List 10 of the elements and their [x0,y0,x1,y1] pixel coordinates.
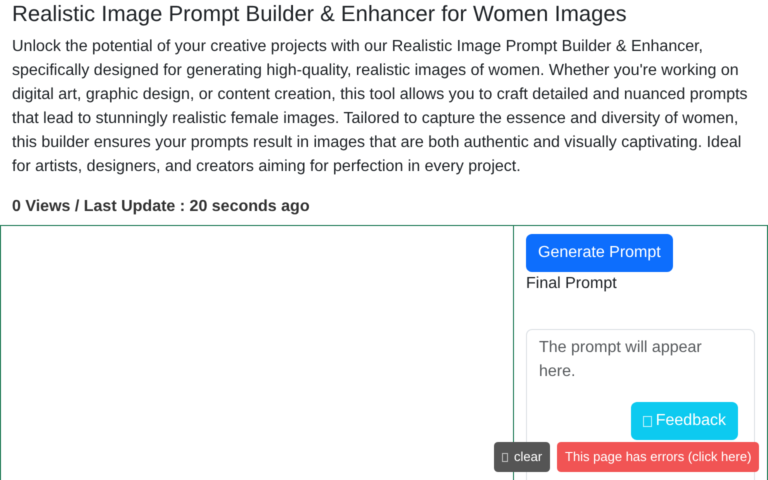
missing-glyph-icon [642,416,652,426]
view-stats: 0 Views / Last Update : 20 seconds ago [11,197,311,217]
generate-prompt-button[interactable]: Generate Prompt [526,234,673,272]
missing-glyph-icon [502,452,508,462]
page-title: Realistic Image Prompt Builder & Enhancer for Women Images [11,0,628,27]
clear-button[interactable]: clear [494,442,550,472]
final-prompt-label: Final Prompt [526,274,618,294]
feedback-button[interactable]: Feedback [630,402,738,440]
error-button[interactable]: This page has errors (click here) [557,442,760,472]
description-paragraph: Unlock the potential of your creative projects with our Realistic Image Prompt Builder & Enhancer, specifically designed for generating high-quality, realistic images of women. Whether you're working on digital art, graphic design, or content creation, this tool allows you to craft detailed and nuanced prompts that lead to stunningly realistic female images. Tailored to capture the essence and diversity of women, this builder ensures your prompts result in images that are both authentic and visually captivating. Ideal for artists, designers, and creators aiming for perfection in every project. [11,37,749,177]
